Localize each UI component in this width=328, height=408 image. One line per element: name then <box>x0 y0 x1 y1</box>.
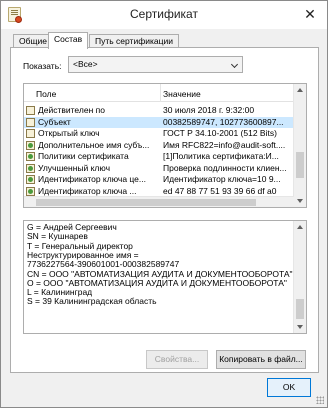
close-button[interactable]: ✕ <box>301 6 319 23</box>
tab-certification-path[interactable]: Путь сертификации <box>89 34 179 48</box>
field-row[interactable]: Идентификатор ключа це... Идентификатор к… <box>24 174 294 186</box>
extension-field-icon <box>26 163 35 173</box>
scroll-thumb[interactable] <box>296 299 304 319</box>
field-row[interactable]: Дополнительное имя субъ... Имя RFC822=inf… <box>24 140 294 152</box>
tab-general[interactable]: Общие <box>13 34 53 48</box>
field-row[interactable]: Политики сертификата [1]Политика сертифик… <box>24 151 294 163</box>
show-dropdown[interactable]: <Все> <box>68 56 243 73</box>
field-row[interactable]: Действителен по 30 июля 2018 г. 9:32:00 <box>24 105 294 117</box>
field-name: Улучшенный ключ <box>38 162 111 173</box>
properties-button[interactable]: Свойства... <box>146 350 208 369</box>
scroll-thumb[interactable] <box>296 152 304 178</box>
field-row[interactable]: Открытый ключ ГОСТ Р 34.10-2001 (512 Bits… <box>24 128 294 140</box>
field-value: ГОСТ Р 34.10-2001 (512 Bits) <box>163 128 277 138</box>
column-header-value[interactable]: Значение <box>163 89 201 99</box>
column-divider <box>160 84 161 102</box>
show-dropdown-value: <Все> <box>73 59 98 69</box>
detail-line: S = 39 Калининградская область <box>27 296 157 307</box>
field-name: Открытый ключ <box>38 128 100 138</box>
show-label: Показать: <box>23 61 62 71</box>
extension-field-icon <box>26 186 35 196</box>
fields-vertical-scrollbar[interactable] <box>293 84 306 207</box>
fields-list[interactable]: Поле Значение Действителен по 30 июля 201… <box>23 83 307 208</box>
field-value: Проверка подлинности клиен... <box>163 162 287 173</box>
field-detail-text[interactable]: G = Андрей Сергеевич SN = Кушнарев T = Г… <box>23 220 307 334</box>
scroll-down-icon[interactable] <box>297 325 303 329</box>
scroll-down-icon[interactable] <box>297 199 303 203</box>
field-name: Идентификатор ключа це... <box>38 174 146 184</box>
chevron-down-icon <box>230 60 239 69</box>
window-title: Сертификат <box>130 7 198 21</box>
field-name: Действителен по <box>38 105 105 115</box>
scroll-up-icon[interactable] <box>297 225 303 229</box>
certificate-field-icon <box>26 106 35 115</box>
scroll-thumb[interactable] <box>36 199 256 206</box>
column-header-field[interactable]: Поле <box>36 89 56 99</box>
field-row-selected[interactable]: Субъект 00382589747, 102773600897... <box>24 116 294 128</box>
certificate-field-icon <box>26 117 35 127</box>
field-name: Дополнительное имя субъ... <box>38 139 150 150</box>
field-value: [1]Политика сертификата:И... <box>163 151 279 161</box>
ok-button[interactable]: OK <box>267 378 311 397</box>
details-panel: Показать: <Все> Поле Значение Действител… <box>10 47 319 373</box>
scroll-up-icon[interactable] <box>297 88 303 92</box>
extension-field-icon <box>26 175 35 184</box>
detail-vertical-scrollbar[interactable] <box>293 221 306 333</box>
fields-header: Поле Значение <box>24 84 294 102</box>
resize-grip-icon[interactable] <box>316 396 324 404</box>
extension-field-icon <box>26 152 35 161</box>
field-name: Политики сертификата <box>38 151 129 161</box>
field-value: Идентификатор ключа=10 9... <box>163 174 281 184</box>
certificate-field-icon <box>26 129 35 138</box>
copy-to-file-button[interactable]: Копировать в файл... <box>216 350 306 369</box>
extension-field-icon <box>26 140 35 150</box>
field-value: Имя RFC822=info@audit-soft.... <box>163 139 286 150</box>
fields-rows: Действителен по 30 июля 2018 г. 9:32:00 С… <box>24 105 294 197</box>
field-value: 30 июля 2018 г. 9:32:00 <box>163 105 255 115</box>
fields-horizontal-scrollbar[interactable] <box>24 196 294 207</box>
field-value: 00382589747, 102773600897... <box>163 116 284 127</box>
title-bar: Сертификат ✕ <box>1 1 327 29</box>
tab-details[interactable]: Состав <box>48 32 89 49</box>
field-name: Субъект <box>38 116 71 127</box>
field-row[interactable]: Улучшенный ключ Проверка подлинности клие… <box>24 163 294 175</box>
certificate-dialog: Сертификат ✕ Общие Состав Путь сертифика… <box>0 0 328 408</box>
